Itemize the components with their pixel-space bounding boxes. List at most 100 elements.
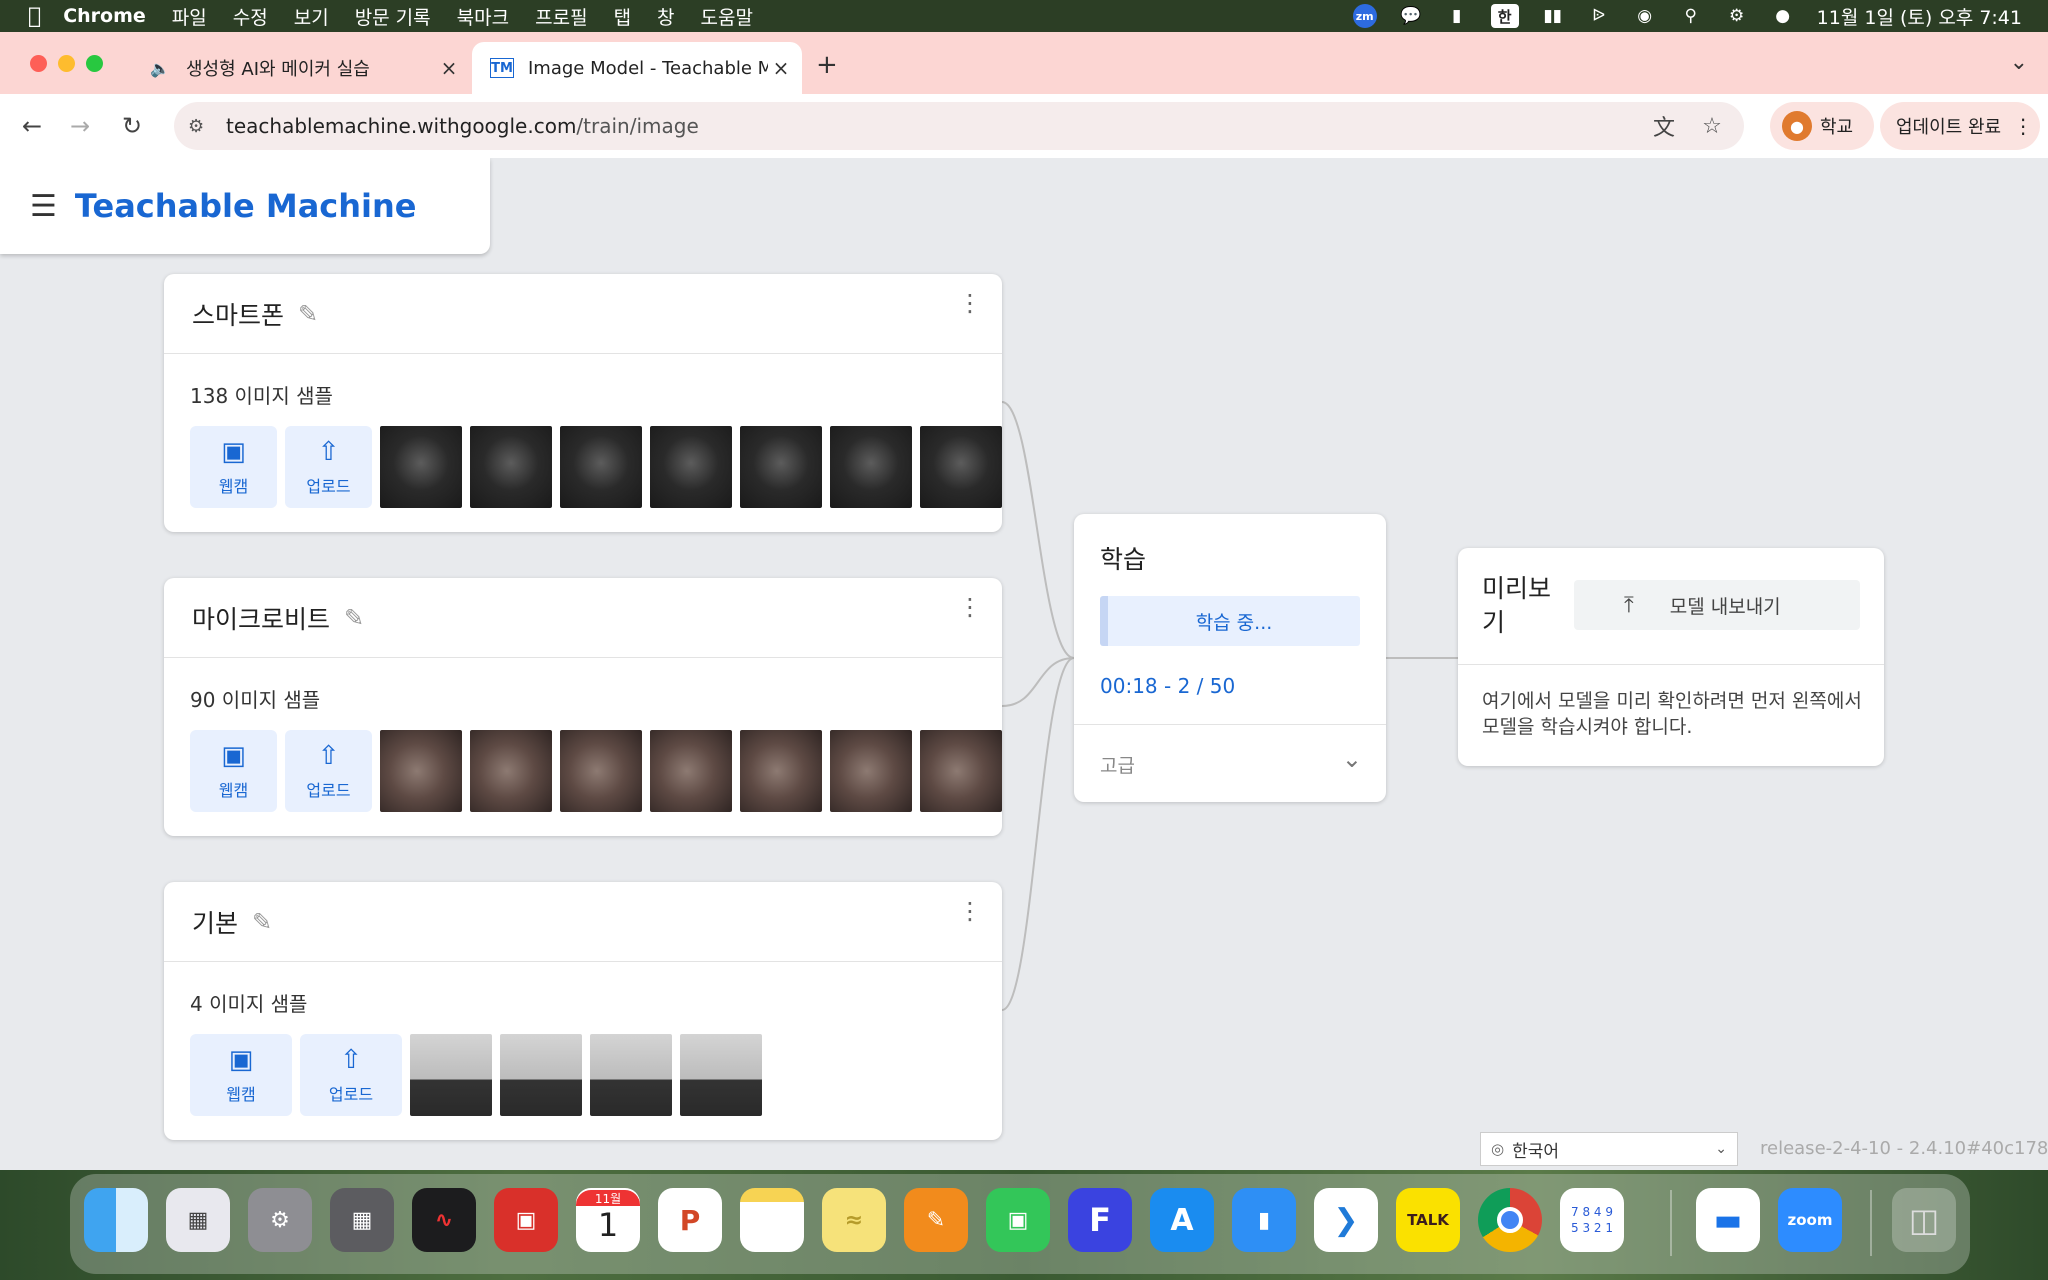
calendar-icon[interactable]: 11월 1 (576, 1188, 640, 1252)
sample-thumbnail[interactable] (830, 730, 912, 812)
sample-thumbnail[interactable] (650, 426, 732, 508)
tab-teachable-machine[interactable]: TM Image Model - Teachable Machine × (472, 42, 802, 94)
upload-button[interactable]: ⇧ 업로드 (285, 426, 372, 508)
class-options-icon[interactable]: ⋮ (958, 899, 982, 923)
sample-thumbnail[interactable] (920, 426, 1002, 508)
sample-thumbnail[interactable] (560, 426, 642, 508)
window-zoom-button[interactable] (86, 55, 103, 72)
bookmarks-app-icon[interactable]: ▮ (1232, 1188, 1296, 1252)
chrome-icon[interactable] (1478, 1188, 1542, 1252)
export-model-button[interactable]: ⤒ 모델 내보내기 (1574, 580, 1860, 630)
sample-thumbnail[interactable] (560, 730, 642, 812)
class-name[interactable]: 마이크로비트 (192, 600, 330, 636)
voice-memos-icon[interactable]: ∿ (412, 1188, 476, 1252)
edit-pencil-icon[interactable]: ✎ (252, 908, 272, 936)
bookmark-star-icon[interactable]: ☆ (1698, 112, 1726, 140)
webcam-button[interactable]: ▣ 웹캠 (190, 426, 277, 508)
stickies-icon[interactable]: ≈ (822, 1188, 886, 1252)
edit-pencil-icon[interactable]: ✎ (298, 300, 318, 328)
back-arrow-icon[interactable]: ← (14, 108, 50, 144)
profile-button[interactable]: ● 학교 (1770, 102, 1874, 150)
more-options-icon[interactable]: ⋮ (2013, 114, 2033, 138)
sudoku-icon[interactable]: 7 8 4 9 5 3 2 1 (1560, 1188, 1624, 1252)
pages-icon[interactable]: ✎ (904, 1188, 968, 1252)
forward-arrow-icon[interactable]: → (62, 108, 98, 144)
advanced-toggle[interactable]: 고급 ⌄ (1074, 724, 1386, 802)
app-store-icon[interactable]: A (1150, 1188, 1214, 1252)
menu-file[interactable]: 파일 (172, 3, 207, 30)
chat-status-icon[interactable]: 💬 (1399, 6, 1423, 26)
sample-thumbnail[interactable] (380, 730, 462, 812)
hamburger-menu-icon[interactable]: ☰ (30, 189, 57, 224)
apple-icon[interactable]:  (28, 4, 41, 29)
sample-thumbnail[interactable] (830, 426, 912, 508)
menu-window[interactable]: 창 (657, 3, 674, 30)
translate-icon[interactable]: 文 (1650, 112, 1678, 141)
menu-help[interactable]: 도움말 (701, 3, 753, 30)
finder-icon[interactable] (84, 1188, 148, 1252)
siri-icon[interactable]: ● (1771, 6, 1795, 26)
spotlight-search-icon[interactable]: ⚲ (1679, 6, 1703, 26)
language-select[interactable]: ◎ 한국어 ⌄ (1480, 1132, 1738, 1166)
edit-pencil-icon[interactable]: ✎ (344, 604, 364, 632)
webcam-button[interactable]: ▣ 웹캠 (190, 730, 277, 812)
photo-booth-icon[interactable]: ▣ (494, 1188, 558, 1252)
close-tab-icon[interactable]: × (436, 56, 462, 80)
menu-tab[interactable]: 탭 (614, 3, 631, 30)
sample-thumbnail[interactable] (590, 1034, 672, 1116)
input-method-indicator[interactable]: 한 (1490, 4, 1519, 28)
sample-thumbnail[interactable] (380, 426, 462, 508)
notes-icon[interactable] (740, 1188, 804, 1252)
sample-thumbnail[interactable] (650, 730, 732, 812)
sample-thumbnail[interactable] (740, 426, 822, 508)
kakaotalk-icon[interactable]: TALK (1396, 1188, 1460, 1252)
tab-search-chevron-icon[interactable]: ⌄ (2010, 50, 2028, 75)
menu-edit[interactable]: 수정 (233, 3, 268, 30)
update-button[interactable]: 업데이트 완료 ⋮ (1880, 102, 2040, 150)
korean-app-icon[interactable]: ▬ (1696, 1188, 1760, 1252)
menu-history[interactable]: 방문 기록 (355, 3, 431, 30)
upload-button[interactable]: ⇧ 업로드 (285, 730, 372, 812)
class-options-icon[interactable]: ⋮ (958, 291, 982, 315)
site-info-icon[interactable]: ⚙ (188, 116, 212, 137)
system-settings-icon[interactable]: ⚙ (248, 1188, 312, 1252)
launchpad-icon[interactable]: ▦ (166, 1188, 230, 1252)
powerpoint-icon[interactable]: P (658, 1188, 722, 1252)
bluetooth-icon[interactable]: ᐉ (1587, 6, 1611, 26)
sample-thumbnail[interactable] (500, 1034, 582, 1116)
window-minimize-button[interactable] (58, 55, 75, 72)
flow-app-icon[interactable]: F (1068, 1188, 1132, 1252)
calculator-icon[interactable]: ▦ (330, 1188, 394, 1252)
url-text[interactable]: teachablemachine.withgoogle.com/train/im… (226, 114, 699, 138)
zoom-app-icon[interactable]: zoom (1778, 1188, 1842, 1252)
battery-icon[interactable]: ▮▮ (1541, 6, 1565, 26)
control-center-icon[interactable]: ⚙ (1725, 6, 1749, 26)
class-name[interactable]: 기본 (192, 904, 238, 940)
sample-thumbnail[interactable] (680, 1034, 762, 1116)
close-tab-icon[interactable]: × (768, 56, 794, 80)
webcam-button[interactable]: ▣ 웹캠 (190, 1034, 292, 1116)
tab-generative-ai[interactable]: 🔈 생성형 AI와 메이커 실습 × (130, 42, 470, 94)
address-bar[interactable]: ⚙ teachablemachine.withgoogle.com/train/… (174, 102, 1744, 150)
window-close-button[interactable] (30, 55, 47, 72)
menubar-clock[interactable]: 11월 1일 (토) 오후 7:41 (1817, 3, 2022, 30)
sample-thumbnail[interactable] (920, 730, 1002, 812)
bookmark-status-icon[interactable]: ▮ (1445, 6, 1469, 26)
sample-thumbnail[interactable] (470, 730, 552, 812)
sample-thumbnail[interactable] (740, 730, 822, 812)
menubar-app-name[interactable]: Chrome (63, 5, 146, 27)
vscode-icon[interactable]: ❯ (1314, 1188, 1378, 1252)
sample-thumbnail[interactable] (470, 426, 552, 508)
sample-thumbnail[interactable] (410, 1034, 492, 1116)
menu-bookmarks[interactable]: 북마크 (457, 3, 509, 30)
new-tab-icon[interactable]: + (816, 50, 838, 80)
reload-icon[interactable]: ↻ (114, 108, 150, 144)
trash-icon[interactable]: ◫ (1892, 1188, 1956, 1252)
upload-button[interactable]: ⇧ 업로드 (300, 1034, 402, 1116)
wifi-icon[interactable]: ◉ (1633, 6, 1657, 26)
class-options-icon[interactable]: ⋮ (958, 595, 982, 619)
facetime-icon[interactable]: ▣ (986, 1188, 1050, 1252)
app-brand[interactable]: Teachable Machine (75, 187, 417, 225)
train-model-button[interactable]: 학습 중... (1100, 596, 1360, 646)
menu-view[interactable]: 보기 (294, 3, 329, 30)
